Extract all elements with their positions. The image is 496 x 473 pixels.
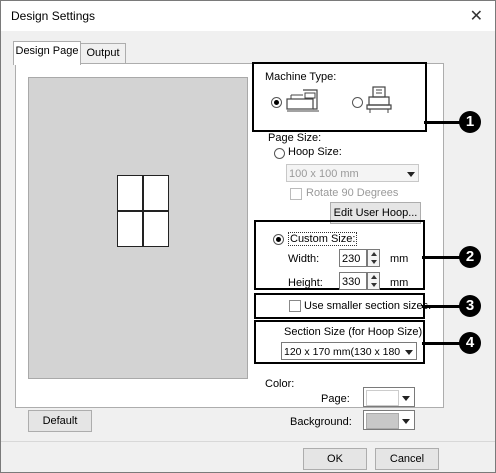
smaller-sections-label: Use smaller section sizes. (304, 300, 432, 312)
callout-leader-2 (422, 256, 460, 259)
chevron-down-icon (404, 165, 418, 182)
default-button[interactable]: Default (28, 410, 92, 432)
custom-size-radio[interactable] (273, 234, 284, 245)
rotate-90-checkbox[interactable] (290, 188, 302, 200)
callout-leader-1 (424, 121, 460, 124)
hoop-size-radio[interactable] (274, 148, 285, 159)
embroidery-machine-icon (286, 89, 319, 112)
custom-size-label: Custom Size: (288, 232, 358, 246)
height-spinner[interactable] (367, 272, 380, 290)
smaller-sections-checkbox[interactable] (289, 300, 301, 312)
hoop-layout-preview (117, 175, 169, 247)
machine-type-label: Machine Type: (265, 71, 337, 83)
footer-divider (1, 441, 495, 442)
title-bar: Design Settings ✕ (1, 1, 495, 31)
window-title: Design Settings (11, 9, 96, 23)
machine-type-radio-embroidery[interactable] (271, 97, 282, 108)
hoop-size-label: Hoop Size: (288, 146, 342, 158)
ok-button[interactable]: OK (303, 448, 367, 470)
callout-number-1: 1 (459, 111, 481, 133)
section-size-value: 120 x 170 mm(130 x 180 mm (284, 346, 401, 358)
chevron-down-icon (402, 343, 416, 359)
multi-needle-machine-icon (366, 86, 392, 113)
chevron-down-icon (399, 412, 413, 429)
callout-leader-4 (422, 342, 460, 345)
height-input[interactable]: 330 (339, 272, 367, 290)
callout-leader-3 (422, 305, 460, 308)
section-size-label: Section Size (for Hoop Size): (284, 326, 426, 338)
section-size-select[interactable]: 120 x 170 mm(130 x 180 mm (281, 342, 417, 360)
chevron-down-icon (399, 389, 413, 406)
width-spinner[interactable] (367, 249, 380, 267)
background-color-select[interactable] (363, 410, 415, 430)
width-input[interactable]: 230 (339, 249, 367, 267)
design-settings-dialog: Design Settings ✕ Design Page Output Mac… (0, 0, 496, 473)
tab-design-page[interactable]: Design Page (13, 41, 81, 65)
callout-number-3: 3 (459, 295, 481, 317)
width-label: Width: (288, 253, 320, 265)
background-color-swatch (366, 413, 399, 429)
width-unit: mm (390, 253, 409, 265)
page-color-swatch (366, 390, 399, 406)
machine-type-radio-multi-needle[interactable] (352, 97, 363, 108)
page-color-label: Page: (321, 393, 350, 405)
page-color-select[interactable] (363, 387, 415, 407)
close-icon[interactable]: ✕ (470, 6, 483, 26)
tab-output[interactable]: Output (80, 43, 126, 64)
rotate-90-label: Rotate 90 Degrees (306, 187, 399, 199)
height-unit: mm (390, 277, 409, 289)
callout-number-2: 2 (459, 246, 481, 268)
height-label: Height: (288, 277, 323, 289)
callout-number-4: 4 (459, 332, 481, 354)
background-color-label: Background: (290, 416, 352, 428)
page-size-label: Page Size: (268, 132, 322, 144)
hoop-size-value: 100 x 100 mm (289, 168, 359, 180)
cancel-button[interactable]: Cancel (375, 448, 439, 470)
color-label: Color: (265, 378, 295, 390)
hoop-size-select[interactable]: 100 x 100 mm (286, 164, 419, 182)
